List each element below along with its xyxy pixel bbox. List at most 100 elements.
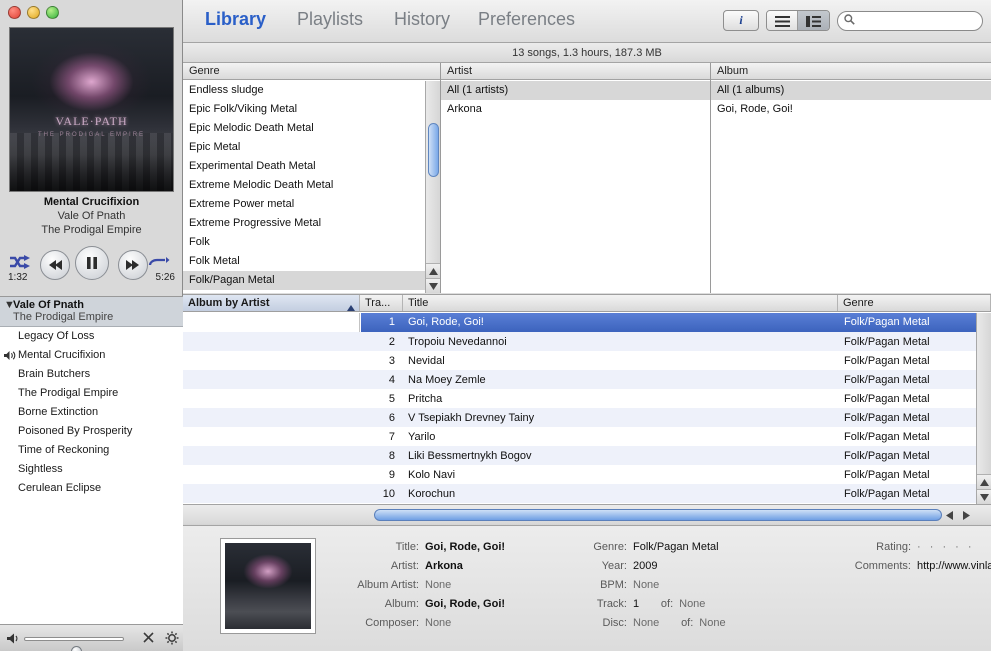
now-playing-artwork[interactable]: VALE·PATH THE PRODIGAL EMPIRE <box>9 27 174 192</box>
genre-pane[interactable]: Genre Endless sludge Epic Folk/Viking Met… <box>183 63 441 293</box>
column-header-album-by-artist[interactable]: Album by Artist <box>183 295 360 311</box>
volume-slider-knob[interactable] <box>71 646 82 651</box>
search-input[interactable] <box>859 13 977 28</box>
table-row[interactable]: 7 Yarilo Folk/Pagan Metal <box>183 427 976 446</box>
table-row[interactable]: 5 Pritcha Folk/Pagan Metal <box>183 389 976 408</box>
sidebar-track-row[interactable]: Cerulean Eclipse <box>0 479 183 498</box>
artist-row[interactable]: Arkona <box>441 100 710 119</box>
sidebar-track-row[interactable]: Poisoned By Prosperity <box>0 422 183 441</box>
track-scroll-up-button[interactable] <box>977 474 991 489</box>
album-column-header[interactable]: Album <box>711 63 991 80</box>
genre-row[interactable]: Experimental Death Metal <box>183 157 440 176</box>
info-field-value[interactable]: None <box>627 614 659 633</box>
album-row[interactable]: Goi, Rode, Goi! <box>711 100 991 119</box>
search-field[interactable] <box>837 10 983 31</box>
column-header-track[interactable]: Tra... <box>360 295 403 311</box>
close-window-button[interactable] <box>8 6 21 19</box>
genre-row[interactable]: Epic Folk/Viking Metal <box>183 100 440 119</box>
cell-title: V Tsepiakh Drevney Tainy <box>408 411 535 424</box>
info-field-value[interactable]: 1 <box>627 595 639 614</box>
album-pane[interactable]: Album All (1 albums) Goi, Rode, Goi! <box>711 63 991 293</box>
grid-view-icon[interactable] <box>798 11 829 30</box>
sidebar-track-row[interactable]: Sightless <box>0 460 183 479</box>
info-field-value[interactable]: Goi, Rode, Goi! <box>419 595 505 614</box>
table-row[interactable]: 1 Goi, Rode, Goi! Folk/Pagan Metal <box>183 313 976 332</box>
pause-button[interactable] <box>75 246 109 280</box>
genre-row[interactable]: Folk <box>183 233 440 252</box>
genre-row[interactable]: Epic Metal <box>183 138 440 157</box>
info-field-value-secondary[interactable]: None <box>673 595 705 614</box>
track-list-horizontal-scrollbar[interactable] <box>183 504 991 524</box>
tab-preferences[interactable]: Preferences <box>478 9 575 30</box>
info-field-value[interactable]: Goi, Rode, Goi! <box>419 538 505 557</box>
genre-row[interactable]: Extreme Power metal <box>183 195 440 214</box>
sidebar-track-list[interactable]: ▼Vale Of Pnath The Prodigal Empire Legac… <box>0 296 183 624</box>
track-scroll-down-button[interactable] <box>977 489 991 504</box>
genre-row[interactable]: Epic Melodic Death Metal <box>183 119 440 138</box>
table-row[interactable]: 6 V Tsepiakh Drevney Tainy Folk/Pagan Meta… <box>183 408 976 427</box>
sidebar-track-row[interactable]: Borne Extinction <box>0 403 183 422</box>
zoom-window-button[interactable] <box>46 6 59 19</box>
info-field-value[interactable]: 2009 <box>627 557 657 576</box>
info-field-value[interactable]: http://www.vinlandsagas.blogs <box>911 557 991 576</box>
table-row[interactable]: 4 Na Moey Zemle Folk/Pagan Metal <box>183 370 976 389</box>
gear-icon[interactable] <box>165 631 179 648</box>
genre-row[interactable]: Extreme Progressive Metal <box>183 214 440 233</box>
disclosure-triangle-icon[interactable]: ▼ <box>4 299 15 311</box>
shuffle-icon[interactable] <box>9 254 31 270</box>
table-row[interactable]: 8 Liki Bessmertnykh Bogov Folk/Pagan Metal <box>183 446 976 465</box>
previous-track-button[interactable] <box>40 250 70 280</box>
album-row[interactable]: All (1 albums) <box>711 81 991 100</box>
track-list-scrollbar[interactable] <box>976 313 991 504</box>
info-field-value[interactable]: Arkona <box>419 557 463 576</box>
genre-row[interactable]: Endless sludge <box>183 81 440 100</box>
tab-playlists[interactable]: Playlists <box>297 9 363 30</box>
info-panel-artwork[interactable] <box>220 538 316 634</box>
artist-column-header[interactable]: Artist <box>441 63 710 80</box>
artist-row[interactable]: All (1 artists) <box>441 81 710 100</box>
tab-history[interactable]: History <box>394 9 450 30</box>
repeat-icon[interactable] <box>146 254 170 270</box>
info-field-row: Comments:http://www.vinlandsagas.blogs <box>843 557 991 576</box>
window-traffic-lights[interactable] <box>8 6 59 19</box>
sidebar-track-row[interactable]: Mental Crucifixion <box>0 346 183 365</box>
view-mode-segmented-control[interactable] <box>766 10 830 31</box>
table-row[interactable]: 9 Kolo Navi Folk/Pagan Metal <box>183 465 976 484</box>
table-row[interactable]: 3 Nevidal Folk/Pagan Metal <box>183 351 976 370</box>
info-field-value[interactable]: · · · · · <box>911 538 975 557</box>
scroll-down-button[interactable] <box>426 278 440 293</box>
genre-scrollbar[interactable] <box>425 81 440 293</box>
info-button[interactable]: i <box>723 10 759 31</box>
table-row[interactable]: 2 Tropoiu Nevedannoi Folk/Pagan Metal <box>183 332 976 351</box>
tab-library[interactable]: Library <box>205 9 266 30</box>
sidebar-track-row[interactable]: The Prodigal Empire <box>0 384 183 403</box>
next-track-button[interactable] <box>118 250 148 280</box>
column-header-genre[interactable]: Genre <box>838 295 991 311</box>
info-field-value[interactable]: Folk/Pagan Metal <box>627 538 719 557</box>
table-row[interactable]: 10 Korochun Folk/Pagan Metal <box>183 484 976 503</box>
scroll-right-button[interactable] <box>959 508 974 522</box>
scroll-up-button[interactable] <box>426 263 440 278</box>
info-field-value[interactable]: None <box>627 576 659 595</box>
sidebar-track-row[interactable]: Time of Reckoning <box>0 441 183 460</box>
speaker-icon[interactable] <box>6 632 20 648</box>
info-field-value[interactable]: None <box>419 576 451 595</box>
track-list-header[interactable]: Album by Artist Tra... Title Genre <box>183 294 991 312</box>
sidebar-track-row[interactable]: Legacy Of Loss <box>0 327 183 346</box>
close-small-icon[interactable] <box>142 631 155 647</box>
scroll-left-button[interactable] <box>942 508 957 522</box>
list-view-icon[interactable] <box>767 11 798 30</box>
genre-row[interactable]: Folk/Pagan Metal <box>183 271 440 290</box>
volume-slider[interactable] <box>24 637 124 651</box>
genre-column-header[interactable]: Genre <box>183 63 440 80</box>
genre-scrollbar-thumb[interactable] <box>428 123 439 177</box>
horizontal-scrollbar-thumb[interactable] <box>374 509 942 521</box>
sidebar-track-row[interactable]: Brain Butchers <box>0 365 183 384</box>
genre-row[interactable]: Extreme Melodic Death Metal <box>183 176 440 195</box>
minimize-window-button[interactable] <box>27 6 40 19</box>
info-field-value[interactable]: None <box>419 614 451 633</box>
artist-pane[interactable]: Artist All (1 artists) Arkona <box>441 63 711 293</box>
genre-row[interactable]: Folk Metal <box>183 252 440 271</box>
column-header-title[interactable]: Title <box>403 295 838 311</box>
info-field-value-secondary[interactable]: None <box>693 614 725 633</box>
